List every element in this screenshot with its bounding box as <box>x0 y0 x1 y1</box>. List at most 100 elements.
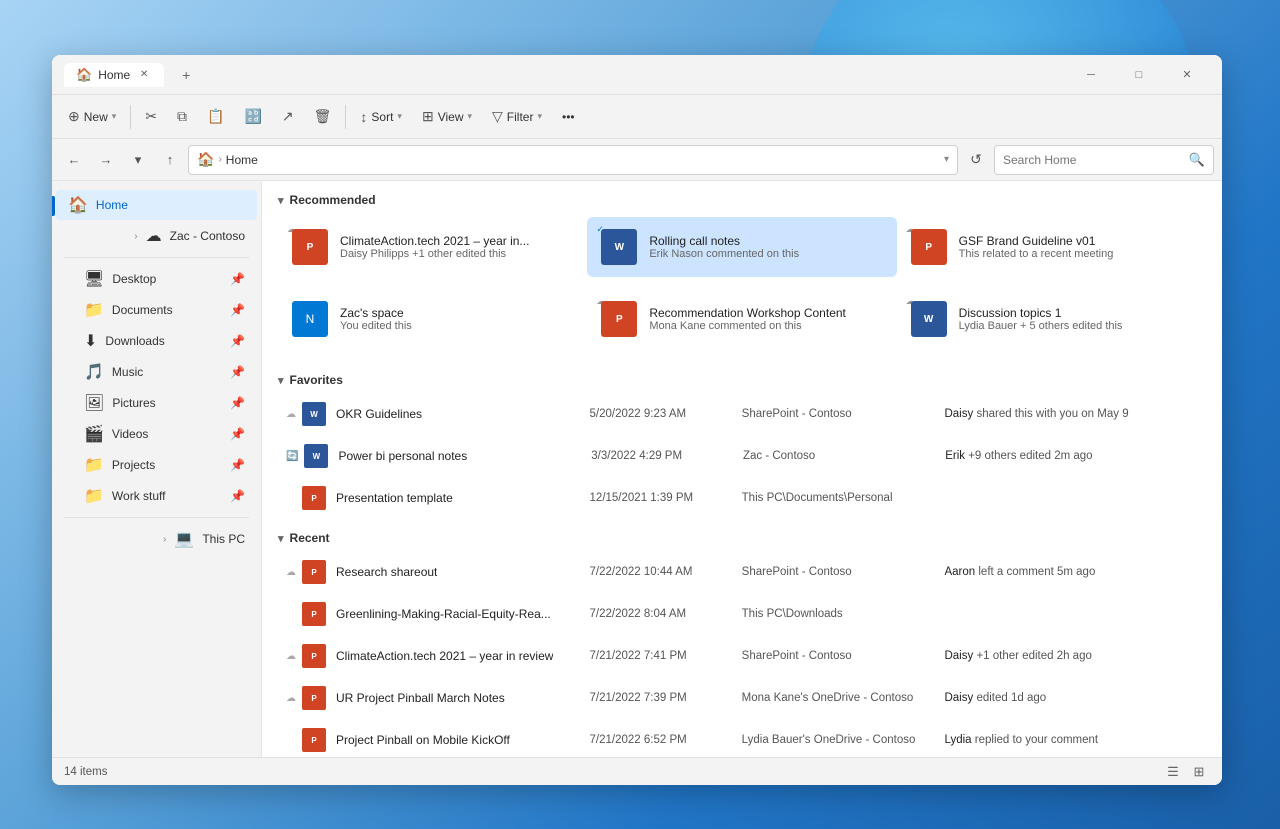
search-box[interactable]: 🔍 <box>994 145 1214 175</box>
fav2-activity: Erik +9 others edited 2m ago <box>945 450 1198 462</box>
videos-icon: 🎬 <box>84 424 104 444</box>
favorites-header[interactable]: ▾ Favorites <box>262 361 1222 393</box>
sidebar-item-documents[interactable]: 📁 Documents 📌 <box>56 295 257 325</box>
rec-card-gsf[interactable]: ☁ P GSF Brand Guideline v01 This related… <box>897 217 1206 277</box>
close-button[interactable]: ✕ <box>1164 60 1210 90</box>
rec-card-climate[interactable]: ☁ P ClimateAction.tech 2021 – year in...… <box>278 217 587 277</box>
table-row[interactable]: ☁ P Presentation template 12/15/2021 1:3… <box>278 477 1206 519</box>
minimize-button[interactable]: ─ <box>1068 60 1114 90</box>
file-explorer-window: 🏠 Home ✕ + ─ □ ✕ ⊕ New ▾ ✂ ⧉ 📋 🔡 <box>52 55 1222 785</box>
table-row[interactable]: ☁ P Greenlining-Making-Racial-Equity-Rea… <box>278 593 1206 635</box>
sidebar-item-pictures[interactable]: 🖼 Pictures 📌 <box>56 388 257 418</box>
refresh-button[interactable]: ↺ <box>962 146 990 174</box>
sidebar-item-workstuff[interactable]: 📁 Work stuff 📌 <box>56 481 257 511</box>
recent-header[interactable]: ▾ Recent <box>262 519 1222 551</box>
rec-card-gsf-sub: This related to a recent meeting <box>959 248 1194 260</box>
pictures-icon: 🖼 <box>84 393 104 413</box>
share-button[interactable]: ↗ <box>274 103 302 130</box>
rec-card-zac[interactable]: N Zac's space You edited this <box>278 289 587 349</box>
fav3-name-col: Presentation template <box>336 491 590 505</box>
ppt-icon-1: P <box>292 229 328 265</box>
forward-button[interactable]: → <box>92 146 120 174</box>
new-button[interactable]: ⊕ New ▾ <box>60 103 124 130</box>
more-icon: ••• <box>562 110 575 124</box>
sort-icon: ↕ <box>360 109 367 125</box>
sort-button[interactable]: ↕ Sort ▾ <box>352 104 410 130</box>
address-bar: ← → ▾ ↑ 🏠 › Home ▾ ↺ 🔍 <box>52 139 1222 181</box>
view-button[interactable]: ⊞ View ▾ <box>414 103 480 130</box>
toolbar-separator-1 <box>130 105 131 129</box>
back-button[interactable]: ← <box>60 146 88 174</box>
home-tab[interactable]: 🏠 Home ✕ <box>64 63 164 87</box>
downloads-pin-icon: 📌 <box>230 334 245 348</box>
pictures-pin-icon: 📌 <box>230 396 245 410</box>
view-label: View <box>438 110 464 124</box>
sidebar-item-thispc[interactable]: › 💻 This PC <box>56 524 257 554</box>
maximize-button[interactable]: □ <box>1116 60 1162 90</box>
cloud-recent3: ☁ <box>286 693 296 704</box>
cut-button[interactable]: ✂ <box>137 103 165 130</box>
paste-icon: 📋 <box>207 108 224 125</box>
table-row[interactable]: 🔄 W Power bi personal notes 3/3/2022 4:2… <box>278 435 1206 477</box>
rec-card-discussion-info: Discussion topics 1 Lydia Bauer + 5 othe… <box>959 306 1194 332</box>
recent0-icon: P <box>300 558 328 586</box>
table-row[interactable]: ☁ W OKR Guidelines 5/20/2022 9:23 AM Sha… <box>278 393 1206 435</box>
copy-button[interactable]: ⧉ <box>169 103 195 130</box>
sidebar-item-desktop[interactable]: 🖥 Desktop 📌 <box>56 264 257 294</box>
new-tab-button[interactable]: + <box>172 61 200 89</box>
sidebar-item-music[interactable]: 🎵 Music 📌 <box>56 357 257 387</box>
recent2-name: ClimateAction.tech 2021 – year in review <box>336 649 553 663</box>
recommended-grid-row1: ☁ P ClimateAction.tech 2021 – year in...… <box>262 213 1222 289</box>
table-row[interactable]: ☁ P ClimateAction.tech 2021 – year in re… <box>278 635 1206 677</box>
table-row[interactable]: ☁ P Project Pinball on Mobile KickOff 7/… <box>278 719 1206 757</box>
table-row[interactable]: ☁ P UR Project Pinball March Notes 7/21/… <box>278 677 1206 719</box>
ppt-file-icon-r2: P <box>302 644 326 668</box>
fav3-date: 12/15/2021 1:39 PM <box>590 492 742 504</box>
toolbar-separator-2 <box>345 105 346 129</box>
fav1-activity: Daisy shared this with you on May 9 <box>944 408 1198 420</box>
sidebar-item-home[interactable]: 🏠 Home <box>56 190 257 220</box>
delete-button[interactable]: 🗑 <box>306 103 340 130</box>
filter-button[interactable]: ▽ Filter ▾ <box>484 103 550 130</box>
recent1-icon: P <box>300 600 328 628</box>
rename-button[interactable]: 🔡 <box>236 103 269 130</box>
up-button[interactable]: ↑ <box>156 146 184 174</box>
recent2-activity: Daisy +1 other edited 2h ago <box>944 650 1198 662</box>
sidebar-item-videos[interactable]: 🎬 Videos 📌 <box>56 419 257 449</box>
fav2-name: Power bi personal notes <box>338 449 467 463</box>
downloads-icon: ⬇ <box>84 331 97 351</box>
projects-pin-icon: 📌 <box>230 458 245 472</box>
ppt-file-icon-r3: P <box>302 686 326 710</box>
sync-fav2: 🔄 <box>286 451 298 462</box>
sidebar-item-projects[interactable]: 📁 Projects 📌 <box>56 450 257 480</box>
new-chevron-icon: ▾ <box>112 111 117 122</box>
sidebar-item-zac-contoso[interactable]: › ☁ Zac - Contoso <box>56 221 257 251</box>
recent3-activity-rest: edited 1d ago <box>976 692 1046 704</box>
sidebar-item-downloads[interactable]: ⬇ Downloads 📌 <box>56 326 257 356</box>
recommended-label: Recommended <box>290 193 376 207</box>
table-row[interactable]: ☁ P Research shareout 7/22/2022 10:44 AM… <box>278 551 1206 593</box>
recent-locations-button[interactable]: ▾ <box>124 146 152 174</box>
home-tab-label: Home <box>98 68 130 82</box>
onedrive-icon: N <box>292 301 328 337</box>
tab-close-button[interactable]: ✕ <box>136 67 152 83</box>
path-text: Home <box>226 153 258 167</box>
list-view-button[interactable]: ☰ <box>1162 761 1184 783</box>
rec-card-discussion[interactable]: ☁ W Discussion topics 1 Lydia Bauer + 5 … <box>897 289 1206 349</box>
sidebar-desktop-label: Desktop <box>112 272 156 286</box>
search-input[interactable] <box>1003 153 1185 167</box>
pin-icon: 📌 <box>230 272 245 286</box>
recent2-location: SharePoint - Contoso <box>742 650 945 662</box>
rec-card-climate-name: ClimateAction.tech 2021 – year in... <box>340 234 575 248</box>
recent0-date: 7/22/2022 10:44 AM <box>590 566 742 578</box>
rec-card-rolling[interactable]: ✓ W Rolling call notes Erik Nason commen… <box>587 217 896 277</box>
paste-button[interactable]: 📋 <box>199 103 232 130</box>
rec-card-recommendation[interactable]: ☁ P Recommendation Workshop Content Mona… <box>587 289 896 349</box>
rec-card-discussion-icon: ☁ W <box>909 299 949 339</box>
fav2-icon: W <box>302 442 330 470</box>
grid-view-button[interactable]: ⊞ <box>1188 761 1210 783</box>
recommended-header[interactable]: ▾ Recommended <box>262 181 1222 213</box>
address-path[interactable]: 🏠 › Home ▾ <box>188 145 958 175</box>
recent2-date: 7/21/2022 7:41 PM <box>590 650 742 662</box>
more-button[interactable]: ••• <box>554 105 583 129</box>
